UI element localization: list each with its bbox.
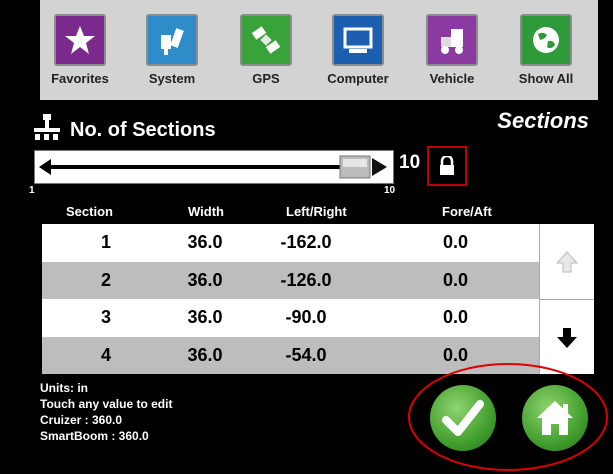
vehicle-icon xyxy=(426,14,478,66)
scroll-up-button[interactable] xyxy=(540,224,594,299)
sections-table: 1 36.0 -162.0 0.0 2 36.0 -126.0 0.0 3 36… xyxy=(42,224,539,374)
sections-value: 10 xyxy=(399,152,421,173)
fore-aft-value[interactable]: 0.0 xyxy=(372,270,539,291)
arrow-up-icon xyxy=(556,250,578,272)
accept-button[interactable] xyxy=(430,385,496,451)
toolbar-label: Computer xyxy=(327,71,389,86)
sections-screen: Favorites System GPS Computer Vehicle Sh… xyxy=(0,0,613,474)
col-header-fore-aft: Fore/Aft xyxy=(442,204,492,219)
star-icon xyxy=(54,14,106,66)
arrow-down-icon xyxy=(557,327,577,348)
edit-hint: Touch any value to edit xyxy=(40,397,173,411)
left-right-value[interactable]: -126.0 xyxy=(240,270,372,291)
info-panel: Units: in Touch any value to edit Cruize… xyxy=(40,380,172,444)
top-toolbar: Favorites System GPS Computer Vehicle Sh… xyxy=(40,0,598,100)
toolbar-favorites[interactable]: Favorites xyxy=(40,6,120,96)
toolbar-computer[interactable]: Computer xyxy=(318,6,398,96)
slider-max-label: 10 xyxy=(384,185,396,196)
satellite-icon xyxy=(240,14,292,66)
toolbar-label: GPS xyxy=(252,71,280,86)
table-scrollbar xyxy=(539,224,594,374)
width-value[interactable]: 36.0 xyxy=(170,345,240,366)
slider-track xyxy=(39,155,387,179)
left-right-value[interactable]: -162.0 xyxy=(240,232,372,253)
section-number: 2 xyxy=(100,269,111,290)
toolbar-gps[interactable]: GPS xyxy=(226,6,306,96)
sections-slider[interactable] xyxy=(34,150,394,184)
scroll-down-button[interactable] xyxy=(540,299,594,375)
col-header-section: Section xyxy=(66,204,113,219)
globe-icon xyxy=(520,14,572,66)
slider-min-label: 1 xyxy=(29,185,35,196)
fore-aft-value[interactable]: 0.0 xyxy=(372,232,539,253)
system-tools-icon xyxy=(146,14,198,66)
smartboom-total: SmartBoom : 360.0 xyxy=(40,429,149,443)
home-button[interactable] xyxy=(522,385,588,451)
toolbar-label: Favorites xyxy=(51,71,109,86)
width-value[interactable]: 36.0 xyxy=(170,270,240,291)
home-icon xyxy=(537,401,573,435)
cruizer-total: Cruizer : 360.0 xyxy=(40,413,123,427)
left-right-value[interactable]: -90.0 xyxy=(240,307,372,328)
width-value[interactable]: 36.0 xyxy=(170,232,240,253)
table-row: 2 36.0 -126.0 0.0 xyxy=(42,261,539,299)
width-value[interactable]: 36.0 xyxy=(170,307,240,328)
sections-count-label: No. of Sections xyxy=(70,118,216,141)
boom-sections-icon xyxy=(34,114,60,146)
toolbar-label: Vehicle xyxy=(429,71,475,86)
section-number: 3 xyxy=(100,307,111,328)
toolbar-label: Show All xyxy=(518,71,574,86)
col-header-width: Width xyxy=(188,204,224,219)
table-row: 3 36.0 -90.0 0.0 xyxy=(42,299,539,337)
lock-icon xyxy=(440,156,454,175)
table-row: 1 36.0 -162.0 0.0 xyxy=(42,224,539,262)
toolbar-label: System xyxy=(148,71,196,86)
units-label: Units: in xyxy=(40,381,88,395)
page-title: Sections xyxy=(497,108,589,133)
toolbar-show-all[interactable]: Show All xyxy=(506,6,586,96)
section-number: 4 xyxy=(100,344,111,365)
sections-header: No. of Sections xyxy=(34,110,216,150)
section-number: 1 xyxy=(100,232,111,253)
lock-button[interactable] xyxy=(427,146,467,186)
computer-icon xyxy=(332,14,384,66)
col-header-left-right: Left/Right xyxy=(286,204,347,219)
left-right-value[interactable]: -54.0 xyxy=(240,345,372,366)
toolbar-vehicle[interactable]: Vehicle xyxy=(412,6,492,96)
checkmark-icon xyxy=(442,400,484,436)
toolbar-system[interactable]: System xyxy=(132,6,212,96)
fore-aft-value[interactable]: 0.0 xyxy=(372,307,539,328)
